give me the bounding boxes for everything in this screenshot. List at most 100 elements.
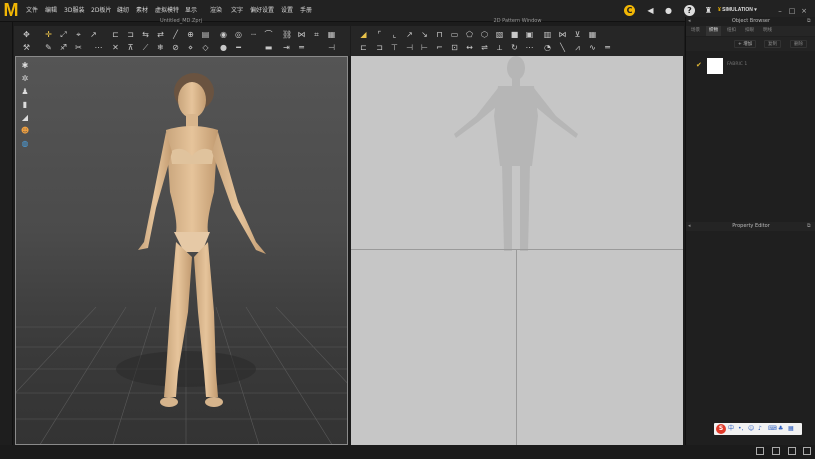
align-icon[interactable]: ⇥ [282,43,291,52]
2d-offset-icon[interactable]: ⊐ [375,43,384,52]
brush-icon[interactable]: ♐ [59,43,68,52]
2d-cut-icon[interactable]: ⌐ [435,43,444,52]
delete-button[interactable]: 删除 [790,40,807,48]
view-skin-icon[interactable]: ☻ [20,126,30,136]
texture-icon[interactable]: ▤ [201,30,210,39]
view-avatar-icon[interactable]: ♟ [20,87,30,97]
segment-icon[interactable]: ⊏ [111,30,120,39]
2d-polygon-icon[interactable]: ⬠ [465,30,474,39]
layer-icon[interactable]: ◇ [201,43,210,52]
select-icon[interactable]: ✥ [22,30,31,39]
2d-edit-curve-icon[interactable]: ⌞ [390,30,399,39]
fold-icon[interactable]: ⊐ [126,30,135,39]
pe-float-icon[interactable]: ⧉ [807,222,811,231]
line-icon[interactable]: ╱ [171,30,180,39]
distribute-icon[interactable]: ═ [297,43,306,52]
measure-icon[interactable]: ━ [234,43,243,52]
topstitch-icon[interactable]: ┈ [249,30,258,39]
3d-viewport[interactable]: ✱ ✲ ♟ ▮ ◢ ☻ ◍ [15,56,348,445]
2d-tape-icon[interactable]: ═ [603,43,612,52]
add-button[interactable]: + 增加 [734,40,757,48]
2d-rotate-icon[interactable]: ↻ [510,43,519,52]
2d-wave-icon[interactable]: ∿ [588,43,597,52]
2d-zig-icon[interactable]: ⩘ [573,43,582,52]
view-settings-icon[interactable]: ✲ [20,74,30,84]
hanger-icon[interactable]: ♜ [703,5,714,16]
ime-tools-icon[interactable]: ▦ [788,424,794,434]
2d-notch-icon[interactable]: ⊻ [573,30,582,39]
2d-fold-icon[interactable]: ⊣ [405,43,414,52]
fabric-list-item[interactable]: ✔ FABRIC 1 [686,57,815,75]
layout-4-icon[interactable] [803,447,811,455]
view-gear-icon[interactable]: ✱ [20,61,30,71]
2d-layer-icon[interactable]: ▣ [525,30,534,39]
pe-pin-icon[interactable]: ◂ [688,222,691,231]
simulation-mode-label[interactable]: ¥ SIMULATION ▾ [718,4,757,16]
sew-multi-icon[interactable]: ⇄ [156,30,165,39]
2d-dart-icon[interactable]: ⊤ [390,43,399,52]
2d-align-icon[interactable]: ⟂ [495,43,504,52]
close-icon[interactable]: × [799,6,809,16]
view-globe-icon[interactable]: ◍ [20,139,30,149]
view-pattern-icon[interactable]: ◢ [20,113,30,123]
2d-grid-icon[interactable]: ▦ [588,30,597,39]
ime-chinese-icon[interactable]: 中 [728,424,734,434]
edit-pattern-icon[interactable]: ✎ [44,43,53,52]
flatten-icon[interactable]: ⟋ [141,43,150,52]
layout-2-icon[interactable] [772,447,780,455]
button-icon[interactable]: ◉ [219,30,228,39]
2d-arrange-icon[interactable]: ⊏ [359,43,368,52]
2d-select-icon[interactable]: ◢ [359,30,368,39]
pin-icon[interactable]: ⌖ [74,30,83,39]
2d-bar-icon[interactable]: ▥ [543,30,552,39]
ime-keyboard-icon[interactable]: ⌨ [768,424,777,434]
speaker-icon[interactable]: ◀ [645,5,656,16]
2d-internal-icon[interactable]: ⊡ [450,43,459,52]
2d-sym-icon[interactable]: ⊢ [420,43,429,52]
simulation-icon[interactable]: ⚒ [22,43,31,52]
strengthen-icon[interactable]: ⋯ [94,43,103,52]
layout-3-icon[interactable] [788,447,796,455]
2d-pin-icon[interactable]: ↗ [405,30,414,39]
sync-view-icon[interactable]: ⊣ [327,43,336,52]
sync-icon[interactable]: C [624,5,635,16]
tab-buttonhole[interactable]: 扣眼 [742,26,757,36]
user-icon[interactable]: ● [663,5,674,16]
avatar-measure-icon[interactable]: ⌒ [264,30,273,39]
2d-measure-icon[interactable]: ↔ [465,43,474,52]
fold-arrange2-icon[interactable]: ⊼ [126,43,135,52]
tack-icon[interactable]: ⊕ [186,30,195,39]
trim-icon[interactable]: ▬ [264,43,273,52]
2d-line-icon[interactable]: ╲ [558,43,567,52]
2d-layout-icon[interactable]: ⋯ [525,43,534,52]
transform-icon[interactable]: ⤢ [59,30,68,39]
2d-trace-icon[interactable]: ↘ [420,30,429,39]
sogou-logo-icon[interactable]: S [716,424,726,434]
copy-button[interactable]: 复制 [764,40,781,48]
layout-1-icon[interactable] [756,447,764,455]
2d-sew-icon[interactable]: ⋈ [558,30,567,39]
minimize-icon[interactable]: – [775,6,785,16]
fabric-icon[interactable]: ● [219,43,228,52]
zipper-icon[interactable]: ⛓ [282,30,292,39]
2d-texture-icon[interactable]: ▧ [495,30,504,39]
2d-shape-icon[interactable]: ⬡ [480,30,489,39]
2d-pattern-viewport[interactable] [351,56,683,445]
2d-stitch-icon[interactable]: ⇌ [480,43,489,52]
2d-fill-icon[interactable]: ■ [510,30,519,39]
trace-icon[interactable]: ↗ [89,30,98,39]
2d-edit-point-icon[interactable]: ⌜ [375,30,384,39]
help-icon[interactable]: ? [684,5,695,16]
ime-skin-icon[interactable]: ♣ [778,424,783,434]
tape-icon[interactable]: ✂ [74,43,83,52]
2d-rect-icon[interactable]: ▭ [450,30,459,39]
avatar-figure[interactable] [106,72,296,417]
move-icon[interactable]: ✛ [44,30,53,39]
freeze-icon[interactable]: ❄ [156,43,165,52]
panel-float-icon[interactable]: ⧉ [807,17,811,26]
tab-scene[interactable]: 场景 [688,26,703,36]
ime-mic-icon[interactable]: ♪ [758,424,762,434]
ime-punct-icon[interactable]: •, [738,424,743,434]
rail-tab-2[interactable] [2,122,11,192]
tab-fabric[interactable]: 织物 [706,26,721,36]
